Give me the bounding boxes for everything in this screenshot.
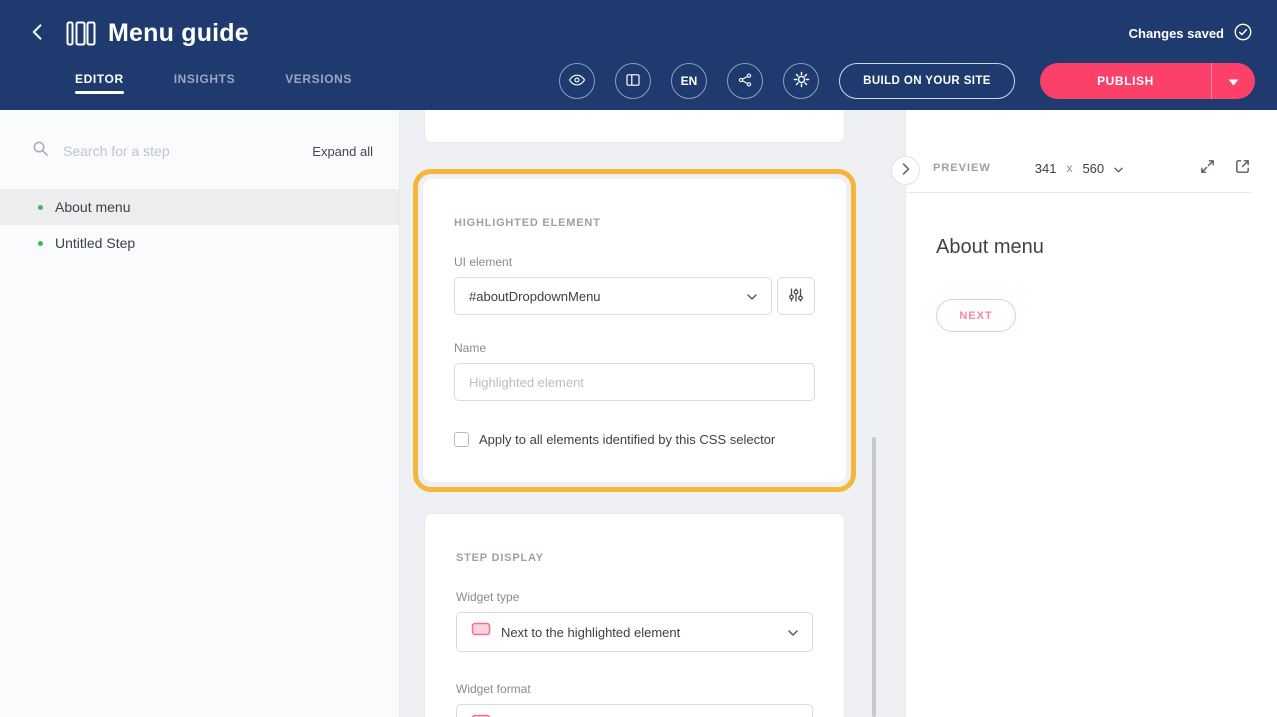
size-separator: x — [1066, 161, 1072, 175]
highlighted-element-name-input[interactable] — [454, 363, 815, 401]
page-title: Menu guide — [108, 19, 249, 48]
share-icon — [737, 72, 753, 91]
layout-button[interactable] — [615, 63, 651, 99]
highlighted-element-card: HIGHLIGHTED ELEMENT UI element #aboutDro… — [422, 178, 847, 483]
preview-height-value: 560 — [1082, 161, 1104, 176]
step-label: About menu — [55, 199, 131, 215]
app-logo-icon — [66, 21, 96, 46]
widget-format-select[interactable] — [456, 704, 813, 717]
gear-icon — [793, 71, 810, 91]
section-title: HIGHLIGHTED ELEMENT — [454, 217, 815, 229]
preview-step-title: About menu — [936, 235, 1277, 259]
layout-icon — [625, 72, 641, 91]
preview-body: About menu NEXT — [906, 193, 1277, 332]
check-circle-icon — [1233, 22, 1253, 45]
sidebar-item-about-menu[interactable]: About menu — [0, 189, 399, 225]
app-window: Menu guide Changes saved EDITOR INSIGHTS… — [0, 0, 1277, 717]
back-button[interactable] — [24, 20, 52, 47]
widget-type-value: Next to the highlighted element — [501, 625, 778, 640]
ui-element-row: #aboutDropdownMenu — [454, 277, 815, 315]
chevron-down-icon — [747, 287, 757, 305]
search-icon — [32, 140, 49, 162]
header-actions: EN — [559, 63, 819, 99]
preview-panel: PREVIEW 341 x 560 — [905, 110, 1277, 717]
chevron-right-icon — [902, 163, 910, 178]
share-button[interactable] — [727, 63, 763, 99]
top-header: Menu guide Changes saved EDITOR INSIGHTS… — [0, 0, 1277, 110]
ui-element-select[interactable]: #aboutDropdownMenu — [454, 277, 772, 315]
step-label: Untitled Step — [55, 235, 135, 251]
highlighted-element-ring: HIGHLIGHTED ELEMENT UI element #aboutDro… — [413, 169, 856, 492]
section-title: STEP DISPLAY — [456, 552, 813, 564]
changes-saved-label: Changes saved — [1129, 26, 1224, 41]
publish-button[interactable]: PUBLISH — [1040, 63, 1211, 99]
tab-insights[interactable]: INSIGHTS — [174, 72, 235, 98]
language-button[interactable]: EN — [671, 63, 707, 99]
open-in-new-window-button[interactable] — [1234, 158, 1251, 178]
ui-element-value: #aboutDropdownMenu — [469, 289, 737, 304]
widget-format-label: Widget format — [456, 682, 813, 696]
step-editor-column: HIGHLIGHTED ELEMENT UI element #aboutDro… — [400, 110, 905, 717]
step-display-card: STEP DISPLAY Widget type Next to the hig… — [424, 513, 845, 717]
steps-sidebar: Expand all About menu Untitled Step — [0, 110, 400, 717]
open-in-new-icon — [1234, 158, 1251, 178]
expand-all-link[interactable]: Expand all — [312, 144, 373, 159]
steps-list: About menu Untitled Step — [0, 189, 399, 261]
apply-all-checkbox[interactable] — [454, 432, 469, 447]
ui-element-label: UI element — [454, 255, 815, 269]
editor-scrollbar[interactable] — [872, 437, 876, 717]
preview-panel-title: PREVIEW — [933, 162, 991, 174]
collapse-panel-button[interactable] — [891, 156, 920, 185]
sliders-icon — [788, 287, 804, 306]
step-search-row: Expand all — [0, 110, 399, 162]
selector-settings-button[interactable] — [777, 277, 815, 315]
widget-tooltip-icon — [471, 622, 491, 643]
publish-button-group: PUBLISH — [1040, 63, 1255, 99]
preview-header: PREVIEW 341 x 560 — [933, 154, 1251, 182]
changes-saved-status: Changes saved — [1129, 22, 1253, 45]
sidebar-item-untitled-step[interactable]: Untitled Step — [0, 225, 399, 261]
tab-editor[interactable]: EDITOR — [75, 72, 124, 98]
step-status-dot — [38, 205, 43, 210]
chevron-down-icon — [1228, 74, 1239, 89]
header-tabs: EDITOR INSIGHTS VERSIONS — [75, 72, 352, 98]
chevron-down-icon — [1114, 161, 1123, 176]
step-status-dot — [38, 241, 43, 246]
settings-button[interactable] — [783, 63, 819, 99]
widget-type-select[interactable]: Next to the highlighted element — [456, 612, 813, 652]
name-label: Name — [454, 341, 815, 355]
build-on-your-site-button[interactable]: BUILD ON YOUR SITE — [839, 63, 1015, 99]
preview-size-select[interactable]: 341 x 560 — [1035, 161, 1123, 176]
header-title-row: Menu guide Changes saved — [0, 0, 1277, 48]
tab-versions[interactable]: VERSIONS — [285, 72, 352, 98]
chevron-down-icon — [788, 623, 798, 641]
eye-icon — [568, 71, 586, 92]
expand-icon — [1199, 158, 1216, 178]
widget-tooltip-icon — [471, 714, 491, 717]
publish-dropdown-button[interactable] — [1211, 63, 1255, 99]
apply-all-checkbox-row[interactable]: Apply to all elements identified by this… — [454, 432, 815, 447]
fullscreen-button[interactable] — [1199, 158, 1216, 178]
preview-header-icons — [1199, 158, 1251, 178]
step-search-input[interactable] — [61, 142, 300, 160]
preview-width-value: 341 — [1035, 161, 1057, 176]
widget-type-label: Widget type — [456, 590, 813, 604]
apply-all-label: Apply to all elements identified by this… — [479, 432, 775, 447]
chevron-left-icon — [28, 22, 48, 45]
preview-next-button[interactable]: NEXT — [936, 299, 1016, 332]
preview-eye-button[interactable] — [559, 63, 595, 99]
